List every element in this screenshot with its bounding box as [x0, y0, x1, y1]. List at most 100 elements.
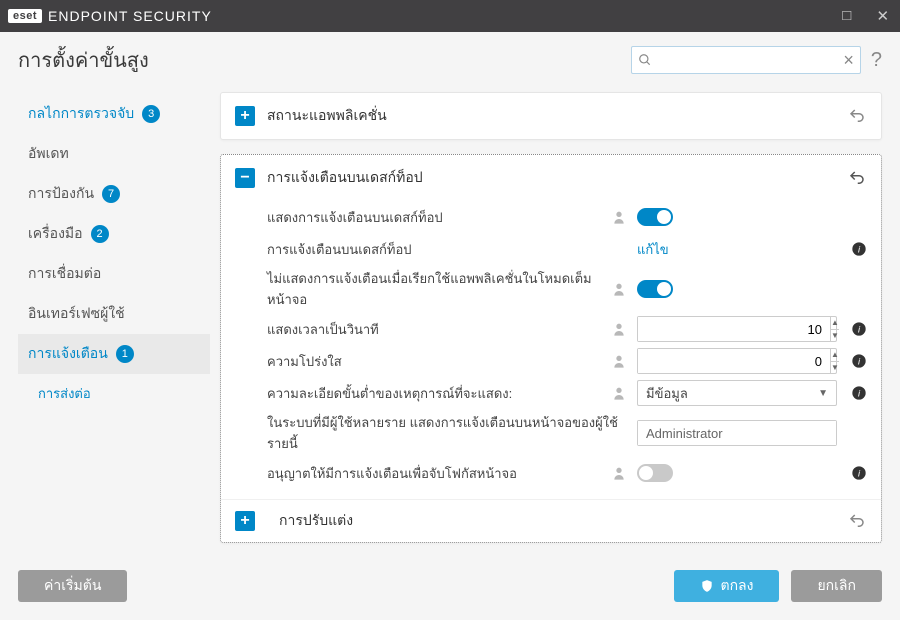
- sidebar-item-connection[interactable]: การเชื่อมต่อ: [18, 254, 210, 294]
- info-icon[interactable]: i: [851, 385, 867, 401]
- expand-icon[interactable]: +: [235, 511, 255, 531]
- sidebar-badge: 2: [91, 225, 109, 243]
- brand-name: ENDPOINT SECURITY: [48, 8, 212, 24]
- cancel-button[interactable]: ยกเลิก: [791, 570, 882, 602]
- sidebar: กลไกการตรวจจับ 3 อัพเดท การป้องกัน 7 เคร…: [0, 82, 210, 556]
- lock-icon: [613, 209, 629, 225]
- clear-search-icon[interactable]: ×: [843, 51, 854, 69]
- sidebar-item-label: อัพเดท: [28, 143, 69, 165]
- row-fullscreen-hide: ไม่แสดงการแจ้งเตือนเมื่อเรียกใช้แอพพลิเค…: [235, 265, 867, 313]
- sidebar-item-label: อินเทอร์เฟซผู้ใช้: [28, 303, 125, 325]
- sidebar-badge: 1: [116, 345, 134, 363]
- edit-link[interactable]: แก้ไข: [637, 239, 669, 260]
- row-label: ในระบบที่มีผู้ใช้หลายราย แสดงการแจ้งเตือ…: [235, 412, 637, 454]
- spin-up-icon[interactable]: ▲: [831, 317, 839, 330]
- toggle-focus[interactable]: [637, 464, 673, 482]
- maximize-icon[interactable]: □: [838, 7, 856, 25]
- panel-head[interactable]: − การแจ้งเตือนบนเดสก์ท็อป: [221, 155, 881, 201]
- row-show-desktop-notif: แสดงการแจ้งเตือนบนเดสก์ท็อป: [235, 201, 867, 233]
- sidebar-item-label: การแจ้งเตือน: [28, 343, 108, 365]
- spin-buttons[interactable]: ▲ ▼: [830, 317, 839, 341]
- sub-panel-customize[interactable]: + การปรับแต่ง: [221, 499, 881, 542]
- row-desktop-notif-edit: การแจ้งเตือนบนเดสก์ท็อป แก้ไข i: [235, 233, 867, 265]
- sidebar-badge: 3: [142, 105, 160, 123]
- panel-title: สถานะแอพพลิเคชั่น: [267, 105, 387, 127]
- sidebar-badge: 7: [102, 185, 120, 203]
- window-controls: □ ✕: [838, 7, 892, 25]
- ok-button[interactable]: ตกลง: [674, 570, 779, 602]
- lock-icon: [613, 385, 629, 401]
- brand: eset ENDPOINT SECURITY: [8, 8, 212, 24]
- info-icon[interactable]: i: [851, 465, 867, 481]
- sidebar-item-update[interactable]: อัพเดท: [18, 134, 210, 174]
- panel-head[interactable]: + สถานะแอพพลิเคชั่น: [221, 93, 881, 139]
- undo-icon[interactable]: [847, 512, 867, 530]
- shield-icon: [700, 579, 714, 593]
- row-label: การแจ้งเตือนบนเดสก์ท็อป: [235, 239, 637, 260]
- sidebar-item-protection[interactable]: การป้องกัน 7: [18, 174, 210, 214]
- row-duration: แสดงเวลาเป็นวินาที ▲ ▼ i: [235, 313, 867, 345]
- opacity-field[interactable]: [638, 349, 830, 373]
- info-icon[interactable]: i: [851, 241, 867, 257]
- spin-up-icon[interactable]: ▲: [831, 349, 839, 362]
- row-label: แสดงการแจ้งเตือนบนเดสก์ท็อป: [235, 207, 613, 228]
- multiuser-input[interactable]: [637, 420, 837, 446]
- row-label: ความโปร่งใส: [235, 351, 613, 372]
- duration-field[interactable]: [638, 317, 830, 341]
- undo-icon[interactable]: [847, 107, 867, 125]
- row-label: อนุญาตให้มีการแจ้งเตือนเพื่อจับโฟกัสหน้า…: [235, 463, 613, 484]
- spin-buttons[interactable]: ▲ ▼: [830, 349, 839, 373]
- sidebar-item-label: กลไกการตรวจจับ: [28, 103, 134, 125]
- info-icon[interactable]: i: [851, 353, 867, 369]
- row-opacity: ความโปร่งใส ▲ ▼ i: [235, 345, 867, 377]
- search-box[interactable]: ×: [631, 46, 861, 74]
- lock-icon: [613, 281, 629, 297]
- sidebar-item-forwarding[interactable]: การส่งต่อ: [18, 374, 210, 413]
- lock-icon: [613, 353, 629, 369]
- toggle-show-desktop-notif[interactable]: [637, 208, 673, 226]
- header: การตั้งค่าขั้นสูง × ?: [0, 32, 900, 82]
- search-input[interactable]: [658, 53, 837, 68]
- row-label: แสดงเวลาเป็นวินาที: [235, 319, 613, 340]
- page-title: การตั้งค่าขั้นสูง: [18, 44, 149, 76]
- collapse-icon[interactable]: −: [235, 168, 255, 188]
- sidebar-item-ui[interactable]: อินเทอร์เฟซผู้ใช้: [18, 294, 210, 334]
- sub-panel-title: การปรับแต่ง: [279, 510, 353, 532]
- expand-icon[interactable]: +: [235, 106, 255, 126]
- sidebar-item-notifications[interactable]: การแจ้งเตือน 1: [18, 334, 210, 374]
- info-icon[interactable]: i: [851, 321, 867, 337]
- close-icon[interactable]: ✕: [874, 7, 892, 25]
- panel-title: การแจ้งเตือนบนเดสก์ท็อป: [267, 167, 423, 189]
- row-label: ไม่แสดงการแจ้งเตือนเมื่อเรียกใช้แอพพลิเค…: [235, 268, 613, 310]
- search-icon: [638, 53, 652, 67]
- spin-down-icon[interactable]: ▼: [831, 330, 839, 342]
- brand-tag: eset: [8, 9, 42, 23]
- lock-icon: [613, 321, 629, 337]
- footer: ค่าเริ่มต้น ตกลง ยกเลิก: [0, 556, 900, 620]
- main: + สถานะแอพพลิเคชั่น − การแจ้งเตือนบนเดสก…: [210, 82, 900, 556]
- duration-input[interactable]: ▲ ▼: [637, 316, 837, 342]
- titlebar: eset ENDPOINT SECURITY □ ✕: [0, 0, 900, 32]
- chevron-down-icon: ▼: [818, 388, 828, 399]
- opacity-input[interactable]: ▲ ▼: [637, 348, 837, 374]
- ok-label: ตกลง: [720, 575, 753, 597]
- toggle-fullscreen-hide[interactable]: [637, 280, 673, 298]
- undo-icon[interactable]: [847, 169, 867, 187]
- row-label: ความละเอียดขั้นต่ำของเหตุการณ์ที่จะแสดง:: [235, 383, 613, 404]
- help-icon[interactable]: ?: [871, 49, 882, 72]
- spin-down-icon[interactable]: ▼: [831, 362, 839, 374]
- sidebar-item-label: การป้องกัน: [28, 183, 94, 205]
- select-value: มีข้อมูล: [646, 383, 688, 404]
- sidebar-item-label: การส่งต่อ: [38, 383, 91, 404]
- sidebar-item-tools[interactable]: เครื่องมือ 2: [18, 214, 210, 254]
- verbosity-select[interactable]: มีข้อมูล ▼: [637, 380, 837, 406]
- lock-icon: [613, 465, 629, 481]
- row-multiuser: ในระบบที่มีผู้ใช้หลายราย แสดงการแจ้งเตือ…: [235, 409, 867, 457]
- sidebar-item-label: เครื่องมือ: [28, 223, 83, 245]
- row-focus: อนุญาตให้มีการแจ้งเตือนเพื่อจับโฟกัสหน้า…: [235, 457, 867, 489]
- default-button[interactable]: ค่าเริ่มต้น: [18, 570, 127, 602]
- multiuser-field[interactable]: [638, 421, 836, 445]
- row-verbosity: ความละเอียดขั้นต่ำของเหตุการณ์ที่จะแสดง:…: [235, 377, 867, 409]
- sidebar-item-detection-engine[interactable]: กลไกการตรวจจับ 3: [18, 94, 210, 134]
- sidebar-item-label: การเชื่อมต่อ: [28, 263, 101, 285]
